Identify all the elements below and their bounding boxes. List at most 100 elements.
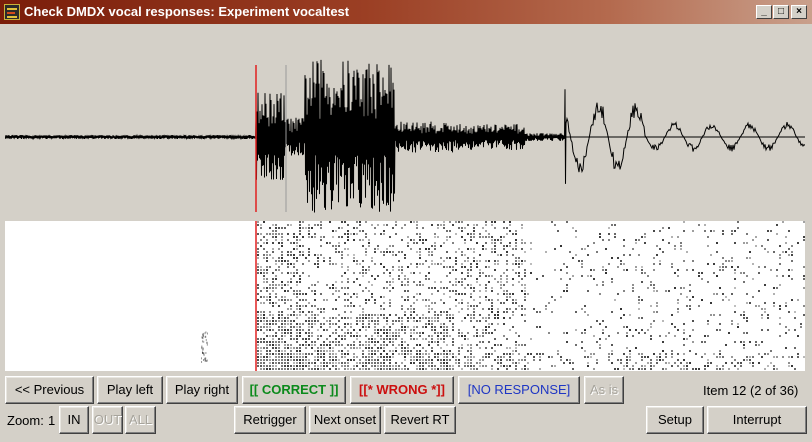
spectrogram-cell <box>413 242 415 244</box>
spectrogram-cell <box>287 299 289 301</box>
spectrogram-cell <box>512 362 514 364</box>
spectrogram-cell <box>356 227 358 229</box>
spectrogram-cell <box>205 351 207 354</box>
spectrogram-cell <box>671 353 673 355</box>
spectrogram-cell <box>479 233 481 235</box>
spectrogram-cell <box>677 359 679 361</box>
spectrogram-cell <box>734 269 736 271</box>
spectrogram-cell <box>581 260 583 262</box>
spectrogram-cell <box>401 341 403 343</box>
spectrogram-cell <box>260 347 262 349</box>
spectrogram-cell <box>317 359 319 361</box>
zoom-in-button[interactable]: IN <box>59 406 89 434</box>
spectrogram-cell <box>566 287 568 289</box>
zoom-out-button[interactable]: OUT <box>92 406 123 434</box>
spectrogram-cell <box>278 305 280 307</box>
maximize-button[interactable]: □ <box>773 5 789 19</box>
close-button[interactable]: × <box>791 5 807 19</box>
spectrogram-cell <box>509 293 511 295</box>
spectrogram-cell <box>716 329 718 331</box>
minimize-button[interactable]: _ <box>756 5 772 19</box>
spectrogram-cell <box>269 320 271 322</box>
spectrogram-cell <box>296 341 298 343</box>
spectrogram-cell <box>257 257 259 259</box>
spectrogram-cell <box>392 266 394 268</box>
spectrogram-cell <box>683 365 685 367</box>
next-onset-button[interactable]: Next onset <box>309 406 381 434</box>
spectrogram-cell <box>281 320 283 322</box>
spectrogram-cell <box>752 362 754 364</box>
spectrogram-cell <box>470 320 472 322</box>
spectrogram-cell <box>335 245 337 247</box>
title-bar[interactable]: Check DMDX vocal responses: Experiment v… <box>0 0 812 24</box>
spectrogram-cell <box>284 335 286 337</box>
spectrogram-cell <box>617 266 619 268</box>
spectrogram-cell <box>722 299 724 301</box>
spectrogram-cell <box>416 356 418 358</box>
spectrogram-cell <box>446 239 448 241</box>
waveform-display[interactable] <box>4 30 806 215</box>
spectrogram-cell <box>674 248 676 250</box>
spectrogram-cell <box>734 305 736 307</box>
spectrogram-cell <box>650 365 652 367</box>
spectrogram-cell <box>797 242 799 244</box>
spectrogram-cell <box>500 356 502 358</box>
play-left-button[interactable]: Play left <box>97 376 163 404</box>
spectrogram-cell <box>485 284 487 286</box>
spectrogram-cell <box>464 335 466 337</box>
spectrogram-cell <box>653 287 655 289</box>
spectrogram-display[interactable] <box>5 221 805 371</box>
spectrogram-cell <box>335 299 337 301</box>
spectrogram-cell <box>407 296 409 298</box>
spectrogram-cell <box>368 299 370 301</box>
spectrogram-cell <box>269 350 271 352</box>
spectrogram-cell <box>266 344 268 346</box>
spectrogram-cell <box>428 359 430 361</box>
spectrogram-cell <box>281 317 283 319</box>
play-right-button[interactable]: Play right <box>166 376 238 404</box>
spectrogram-cell <box>452 344 454 346</box>
spectrogram-cell <box>332 293 334 295</box>
spectrogram-cell <box>362 362 364 364</box>
spectrogram-cell <box>452 317 454 319</box>
spectrogram-cell <box>521 227 523 229</box>
zoom-all-button[interactable]: ALL <box>125 406 156 434</box>
spectrogram-cell <box>719 266 721 268</box>
interrupt-button[interactable]: Interrupt <box>707 406 807 434</box>
spectrogram-cell <box>791 278 793 280</box>
spectrogram-cell <box>629 254 631 256</box>
spectrogram-cell <box>413 317 415 319</box>
spectrogram-cell <box>656 311 658 313</box>
revert-rt-button[interactable]: Revert RT <box>384 406 456 434</box>
retrigger-button[interactable]: Retrigger <box>234 406 306 434</box>
spectrogram-cell <box>662 239 664 241</box>
correct-button[interactable]: [[ CORRECT ]] <box>242 376 346 404</box>
spectrogram-cell <box>299 362 301 364</box>
spectrogram-cell <box>716 293 718 295</box>
spectrogram-cell <box>470 344 472 346</box>
setup-button[interactable]: Setup <box>646 406 704 434</box>
spectrogram-cell <box>431 287 433 289</box>
spectrogram-cell <box>296 284 298 286</box>
wrong-button[interactable]: [[* WRONG *]] <box>350 376 454 404</box>
spectrogram-cell <box>299 224 301 226</box>
spectrogram-cell <box>434 245 436 247</box>
dmdx-app-icon[interactable] <box>4 4 20 20</box>
spectrogram-cell <box>524 260 526 262</box>
spectrogram-cell <box>458 329 460 331</box>
previous-button[interactable]: << Previous <box>5 376 94 404</box>
spectrogram-cell <box>290 251 292 253</box>
spectrogram-cell <box>347 266 349 268</box>
as-is-button[interactable]: As is <box>584 376 624 404</box>
spectrogram-cell <box>515 365 517 367</box>
spectrogram-cell <box>653 284 655 286</box>
spectrogram-cell <box>317 320 319 322</box>
spectrogram-cell <box>296 236 298 238</box>
spectrogram-cell <box>398 260 400 262</box>
spectrogram-cell <box>455 269 457 271</box>
spectrogram-cell <box>395 338 397 340</box>
spectrogram-cell <box>275 287 277 289</box>
no-response-button[interactable]: [NO RESPONSE] <box>458 376 580 404</box>
spectrogram-cell <box>380 233 382 235</box>
spectrogram-cell <box>266 254 268 256</box>
